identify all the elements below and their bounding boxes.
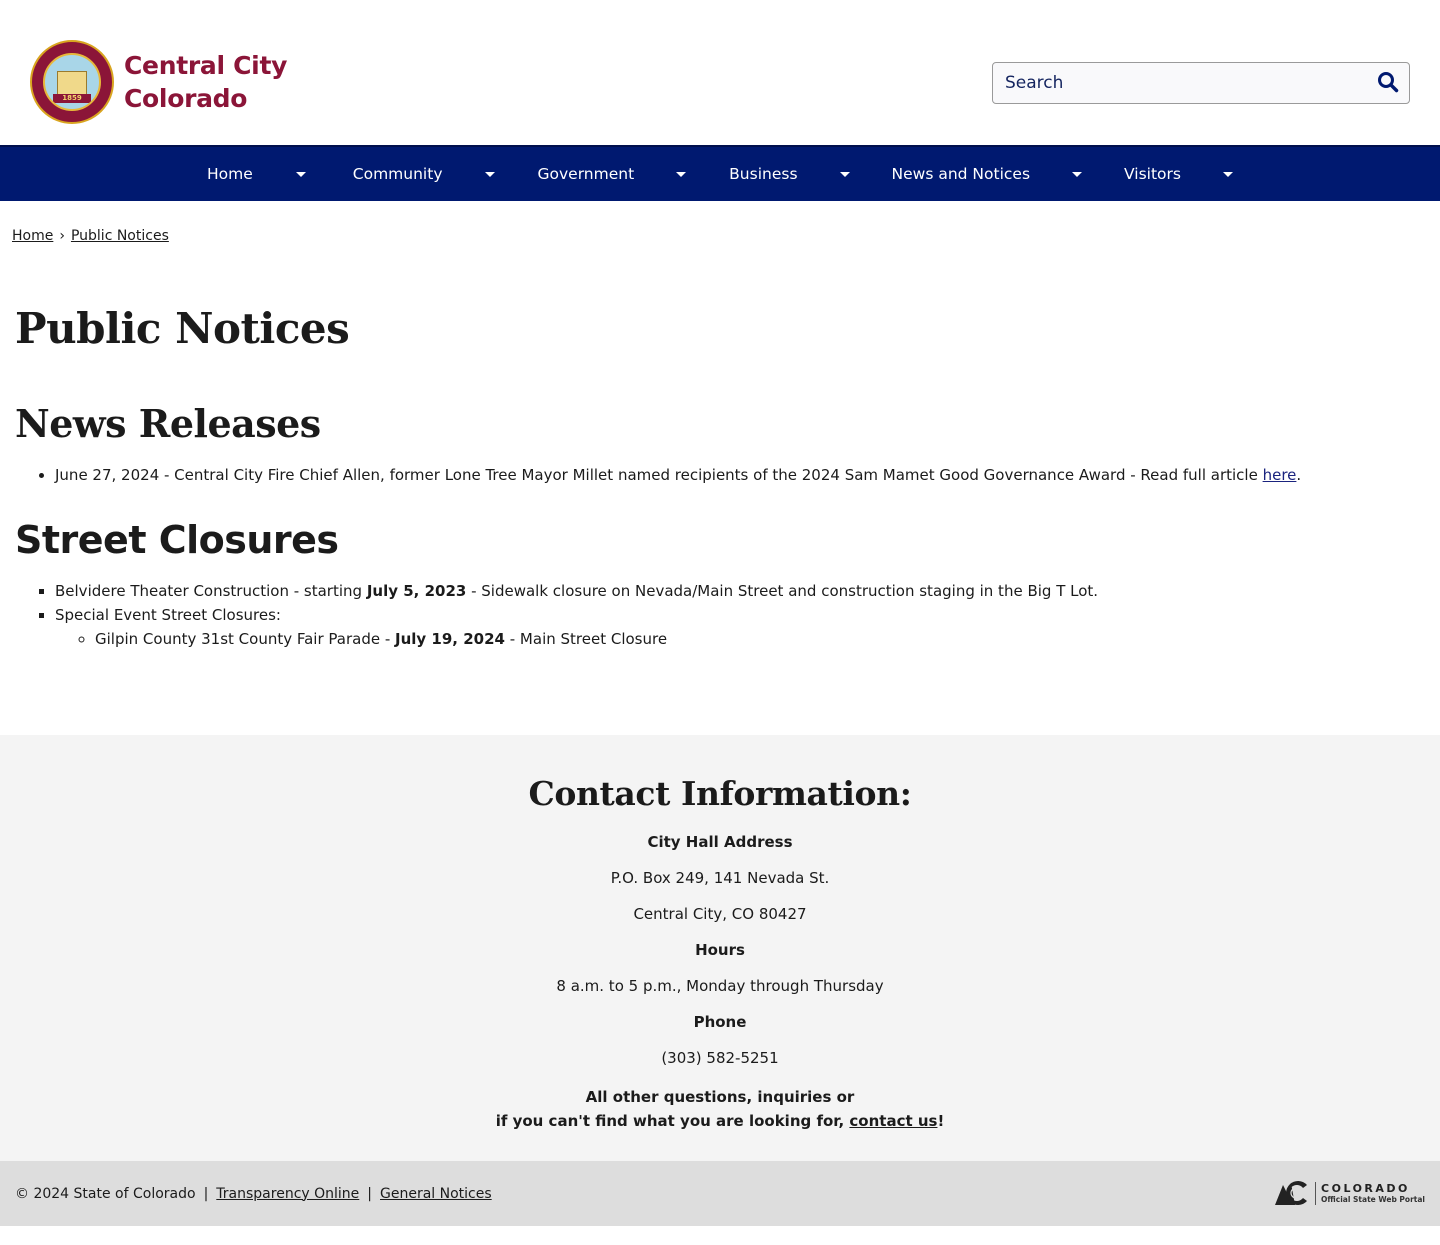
site-footer: © 2024 State of Colorado | Transparency On… (0, 1161, 1440, 1226)
page-title: Public Notices (15, 304, 350, 353)
news-item-trailing: . (1296, 466, 1302, 484)
hours-label: Hours (695, 941, 745, 959)
search-input[interactable] (993, 63, 1367, 103)
caret-down-icon[interactable] (839, 171, 850, 177)
nav-label: Home (207, 165, 253, 183)
logo-line-2: Colorado (124, 84, 248, 113)
breadcrumb-home[interactable]: Home (12, 228, 53, 244)
breadcrumb-public-notices[interactable]: Public Notices (71, 228, 169, 244)
news-releases-list: June 27, 2024 - Central City Fire Chief … (15, 463, 1425, 487)
closing-line-2: if you can't find what you are looking f… (495, 1112, 850, 1130)
address-label: City Hall Address (647, 833, 793, 851)
closing-end: ! (937, 1112, 945, 1130)
caret-down-icon[interactable] (676, 171, 687, 177)
special-event-closures-list: Gilpin County 31st County Fair Parade - … (55, 627, 1425, 651)
read-full-article-link[interactable]: here (1263, 466, 1297, 484)
search-button[interactable] (1367, 63, 1409, 103)
street-closures-list: Belvidere Theater Construction - startin… (15, 579, 1425, 651)
main-nav: Home Community Government Business News … (0, 145, 1440, 201)
closure-category: Special Event Street Closures: (55, 606, 281, 624)
footer-separator: | (367, 1185, 373, 1202)
colorado-logo-subtitle: Official State Web Portal (1321, 1195, 1425, 1204)
city-seal-icon: 1859 (30, 40, 114, 124)
closing-text: All other questions, inquiries or if you… (0, 1085, 1440, 1133)
closure-description: Gilpin County 31st County Fair Parade - (95, 630, 396, 648)
search-form (992, 62, 1410, 104)
colorado-logo-text: COLORADO Official State Web Portal (1315, 1182, 1425, 1205)
caret-down-icon[interactable] (484, 171, 495, 177)
closure-description: Belvidere Theater Construction - startin… (55, 582, 367, 600)
footer-links: © 2024 State of Colorado | Transparency On… (15, 1186, 492, 1202)
breadcrumb-separator: › (59, 228, 65, 244)
phone-value: (303) 582-5251 (661, 1049, 779, 1067)
news-item: June 27, 2024 - Central City Fire Chief … (55, 463, 1425, 487)
nav-item-government[interactable]: Government (538, 165, 687, 183)
contact-us-link[interactable]: contact us (849, 1112, 937, 1130)
caret-down-icon[interactable] (1223, 171, 1233, 177)
closing-line-1: All other questions, inquiries or (585, 1088, 855, 1106)
main-content: Public Notices News Releases June 27, 20… (0, 303, 1440, 651)
colorado-logo-title: COLORADO (1321, 1182, 1410, 1195)
colorado-state-portal-logo[interactable]: COLORADO Official State Web Portal (1273, 1177, 1425, 1211)
address-line-2: Central City, CO 80427 (633, 905, 807, 923)
seal-year: 1859 (53, 94, 91, 103)
nav-label: Government (537, 165, 635, 183)
contact-information: Contact Information: City Hall Address P… (0, 735, 1440, 1161)
nav-item-visitors[interactable]: Visitors (1124, 165, 1233, 183)
copyright-text: © 2024 State of Colorado (15, 1185, 196, 1202)
nav-label: News and Notices (891, 165, 1031, 183)
phone-label: Phone (693, 1013, 747, 1031)
logo-text: Central City Colorado (124, 49, 287, 115)
news-item-text: June 27, 2024 - Central City Fire Chief … (55, 466, 1263, 484)
address-line-1: P.O. Box 249, 141 Nevada St. (610, 869, 830, 887)
site-logo-link[interactable]: 1859 Central City Colorado (30, 40, 287, 124)
closure-details: - Main Street Closure (504, 630, 668, 648)
transparency-online-link[interactable]: Transparency Online (216, 1186, 359, 1202)
hours-value: 8 a.m. to 5 p.m., Monday through Thursda… (556, 977, 884, 995)
closure-item: Belvidere Theater Construction - startin… (55, 579, 1425, 603)
news-releases-heading: News Releases (15, 401, 321, 446)
nav-item-news-and-notices[interactable]: News and Notices (892, 165, 1083, 183)
nav-label: Business (729, 165, 798, 183)
closure-details: - Sidewalk closure on Nevada/Main Street… (466, 582, 1099, 600)
nav-item-business[interactable]: Business (729, 165, 850, 183)
contact-heading: Contact Information: (528, 774, 912, 813)
caret-down-icon[interactable] (295, 171, 306, 177)
general-notices-link[interactable]: General Notices (380, 1186, 492, 1202)
nav-item-community[interactable]: Community (353, 165, 495, 183)
logo-line-1: Central City (124, 51, 288, 80)
breadcrumb: Home › Public Notices (0, 201, 1440, 261)
nav-label: Community (352, 165, 443, 183)
closure-date: July 19, 2024 (395, 630, 505, 648)
street-closures-heading: Street Closures (15, 518, 339, 562)
search-icon (1377, 71, 1399, 96)
caret-down-icon[interactable] (1072, 171, 1083, 177)
closure-date: July 5, 2023 (366, 582, 467, 600)
colorado-c-logo-icon (1273, 1177, 1311, 1211)
site-header: 1859 Central City Colorado (0, 0, 1440, 145)
closure-subitem: Gilpin County 31st County Fair Parade - … (95, 627, 1425, 651)
closure-item: Special Event Street Closures: Gilpin Co… (55, 603, 1425, 651)
nav-label: Visitors (1124, 165, 1181, 183)
footer-separator: | (203, 1185, 209, 1202)
nav-item-home[interactable]: Home (207, 165, 306, 183)
